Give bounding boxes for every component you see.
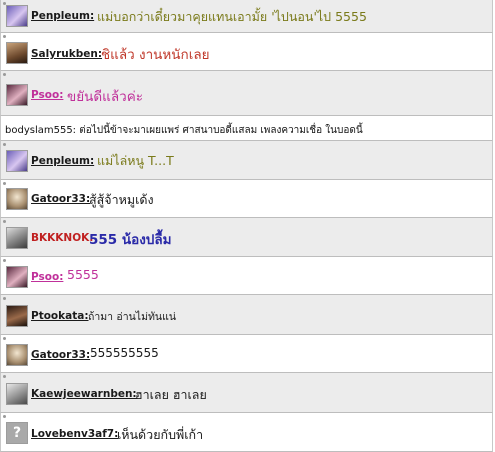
bullet-icon [3,220,6,223]
chat-message-row: Salyrukben: ชิแล้ว งานหนักเลย [0,33,493,71]
chat-message-row: Ptookata: ถ้ามา อ่านไม่ทันแน่ [0,295,493,335]
username-link[interactable]: Psoo: [31,271,63,283]
username-link[interactable]: Gatoor33: [31,349,90,361]
user-avatar[interactable] [6,84,28,106]
bullet-icon [3,143,6,146]
chat-message-row: Kaewjeewarnben: ฮาเลย ฮาเลย [0,373,493,413]
bullet-icon [3,259,6,262]
bullet-icon [3,73,6,76]
chat-message-row: Psoo: 5555 [0,257,493,295]
user-avatar[interactable] [6,188,28,210]
username-link[interactable]: Penpleum: [31,10,94,22]
message-text: แม่บอกว่าเดี๋ยวมาคุยแทนเอามั้ย 'ไปนอน'ไป… [97,9,367,24]
message-text: ถ้ามา อ่านไม่ทันแน่ [88,311,177,323]
chat-message-row: bodyslam555: ต่อไปนี้ข้าจะมาเผยแพร่ ศาสน… [0,116,493,141]
message-text: 555555555 [90,346,159,360]
chat-message-row: Penpleum: แม่ไล่หนู T...T [0,141,493,180]
user-avatar[interactable] [6,344,28,366]
username-link[interactable]: Salyrukben: [31,48,102,60]
message-text: ฮาเลย ฮาเลย [135,387,207,402]
message-text: แม่ไล่หนู T...T [97,153,174,168]
message-text: 5555 [67,267,99,282]
username-link[interactable]: Penpleum: [31,155,94,167]
user-avatar[interactable] [6,5,28,27]
chat-log: Penpleum: แม่บอกว่าเดี๋ยวมาคุยแทนเอามั้ย… [0,0,495,452]
bullet-icon [3,297,6,300]
message-text: เห็นด้วยกับพี่เก้า [117,427,204,442]
chat-message-row: Penpleum: แม่บอกว่าเดี๋ยวมาคุยแทนเอามั้ย… [0,0,493,33]
default-avatar-icon[interactable]: ? [6,422,28,444]
user-avatar[interactable] [6,305,28,327]
message-text: bodyslam555: ต่อไปนี้ข้าจะมาเผยแพร่ ศาสน… [5,125,363,136]
chat-message-row: Gatoor33: 555555555 [0,335,493,373]
user-avatar[interactable] [6,266,28,288]
bullet-icon [3,375,6,378]
bullet-icon [3,182,6,185]
bullet-icon [3,337,6,340]
bullet-icon [3,415,6,418]
message-text: 555 น้องปลื้ม [89,232,172,248]
username-link[interactable]: Psoo: [31,89,63,101]
username-link[interactable]: BKKKNOK: [31,232,93,244]
user-avatar[interactable] [6,227,28,249]
chat-message-row: Psoo: ขยันดีแล้วค่ะ [0,71,493,116]
chat-message-row: Gatoor33: สู้สู้จ้าหมูเด้ง [0,180,493,218]
user-avatar[interactable] [6,42,28,64]
username-link[interactable]: Kaewjeewarnben: [31,388,137,400]
message-text: สู้สู้จ้าหมูเด้ง [89,192,154,207]
chat-message-row: BKKKNOK: 555 น้องปลื้ม [0,218,493,257]
username-link[interactable]: Ptookata: [31,310,89,322]
user-avatar[interactable] [6,150,28,172]
chat-message-row: ? Lovebenv3af7: เห็นด้วยกับพี่เก้า [0,413,493,452]
user-avatar[interactable] [6,383,28,405]
username-link[interactable]: Lovebenv3af7: [31,428,118,440]
message-text: ขยันดีแล้วค่ะ [67,89,143,105]
username-link[interactable]: Gatoor33: [31,193,90,205]
bullet-icon [3,35,6,38]
message-text: ชิแล้ว งานหนักเลย [101,47,210,63]
